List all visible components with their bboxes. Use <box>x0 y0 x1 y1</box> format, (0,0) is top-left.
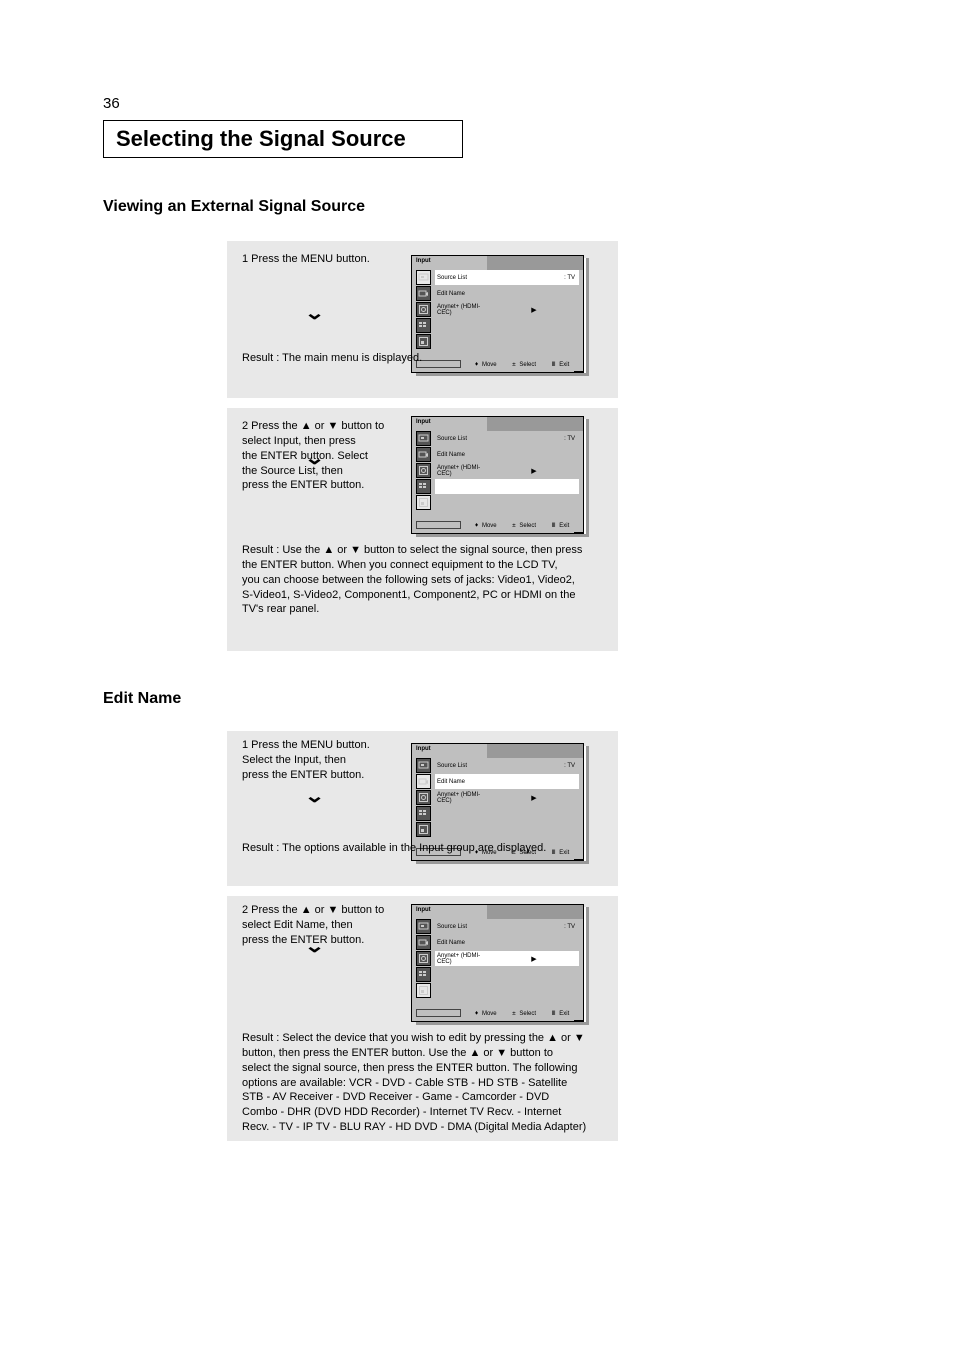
osd-icon-column <box>416 758 432 844</box>
osd-title-fill <box>487 417 583 431</box>
footer-move: ♦ Move <box>475 522 497 529</box>
osd-title-fill <box>487 744 583 758</box>
chevron-down-icon: ⌄ <box>304 303 325 324</box>
footer-select: ± Select <box>512 1010 536 1017</box>
osd-title: Input <box>412 744 487 758</box>
page-number: 36 <box>103 95 120 112</box>
result-text: Result : The options available in the In… <box>242 841 602 856</box>
osd-icon-column <box>416 270 432 356</box>
osd-rows: Source List: TVEdit NameAnynet+ (HDMI-CE… <box>435 431 579 517</box>
osd-row <box>435 318 579 333</box>
footer-select: ± Select <box>512 522 536 529</box>
osd-row <box>435 806 579 821</box>
result-text: Result : Use the ▲ or ▼ button to select… <box>242 543 602 617</box>
instruction-block: 1 Press the MENU button. Select the Inpu… <box>227 731 618 886</box>
setup-icon <box>416 822 431 837</box>
input-icon <box>416 431 431 446</box>
osd-row: Anynet+ (HDMI-CEC)▶ <box>435 302 579 317</box>
osd-row <box>435 479 579 494</box>
channel-icon <box>416 967 431 982</box>
osd-row: Source List: TV <box>435 919 579 934</box>
chevron-down-icon: ⌄ <box>304 448 325 469</box>
picture-icon <box>416 935 431 950</box>
input-icon <box>416 758 431 773</box>
osd-rows: Source List: TVEdit NameAnynet+ (HDMI-CE… <box>435 270 579 356</box>
osd-row: Edit Name <box>435 935 579 950</box>
osd-row: Anynet+ (HDMI-CEC)▶ <box>435 951 579 966</box>
osd-row <box>435 334 579 349</box>
osd-panel: Input Source List: TVEdit NameAnynet+ (H… <box>411 416 584 534</box>
sound-icon <box>416 790 431 805</box>
osd-row: Edit Name <box>435 447 579 462</box>
osd-icon-column <box>416 919 432 1005</box>
step-text: 1 Press the MENU button. <box>242 252 402 267</box>
result-text: Result : The main menu is displayed. <box>242 351 602 366</box>
osd-row: Anynet+ (HDMI-CEC)▶ <box>435 463 579 478</box>
picture-icon <box>416 774 431 789</box>
page-title: Selecting the Signal Source <box>103 120 463 158</box>
osd-row: Anynet+ (HDMI-CEC)▶ <box>435 790 579 805</box>
osd-row: Source List: TV <box>435 758 579 773</box>
sound-icon <box>416 463 431 478</box>
osd-row <box>435 495 579 510</box>
chevron-down-icon: ⌄ <box>304 936 325 957</box>
sound-icon <box>416 951 431 966</box>
osd-icon-column <box>416 431 432 517</box>
channel-icon <box>416 318 431 333</box>
osd-title: Input <box>412 905 487 919</box>
footer-exit: Ⅲ Exit <box>552 522 570 529</box>
osd-title: Input <box>412 256 487 270</box>
osd-title-fill <box>487 256 583 270</box>
section-title-2: Edit Name <box>103 690 181 708</box>
instruction-block: 1 Press the MENU button. ⌄ Input Source L… <box>227 241 618 398</box>
input-icon <box>416 919 431 934</box>
instruction-block: 2 Press the ▲ or ▼ button to select Inpu… <box>227 408 618 651</box>
osd-row <box>435 822 579 837</box>
footer-move: ♦ Move <box>475 1010 497 1017</box>
osd-row: Edit Name <box>435 774 579 789</box>
sound-icon <box>416 302 431 317</box>
footer-exit: Ⅲ Exit <box>552 1010 570 1017</box>
osd-footer: ♦ Move ± Select Ⅲ Exit <box>412 1005 583 1021</box>
osd-row <box>435 967 579 982</box>
result-text: Result : Select the device that you wish… <box>242 1031 602 1135</box>
chevron-down-icon: ⌄ <box>304 786 325 807</box>
osd-row <box>435 983 579 998</box>
section-title-1: Viewing an External Signal Source <box>103 198 365 216</box>
osd-title-fill <box>487 905 583 919</box>
osd-rows: Source List: TVEdit NameAnynet+ (HDMI-CE… <box>435 758 579 844</box>
setup-icon <box>416 495 431 510</box>
picture-icon <box>416 286 431 301</box>
setup-icon <box>416 334 431 349</box>
page: 36 Selecting the Signal Source Viewing a… <box>0 0 954 1351</box>
channel-icon <box>416 806 431 821</box>
setup-icon <box>416 983 431 998</box>
channel-icon <box>416 479 431 494</box>
osd-row: Edit Name <box>435 286 579 301</box>
osd-panel: Input Source List: TVEdit NameAnynet+ (H… <box>411 904 584 1022</box>
input-icon <box>416 270 431 285</box>
osd-row: Source List: TV <box>435 431 579 446</box>
osd-footer: ♦ Move ± Select Ⅲ Exit <box>412 517 583 533</box>
osd-title: Input <box>412 417 487 431</box>
osd-rows: Source List: TVEdit NameAnynet+ (HDMI-CE… <box>435 919 579 1005</box>
step-text: 1 Press the MENU button. Select the Inpu… <box>242 738 402 783</box>
picture-icon <box>416 447 431 462</box>
instruction-block: 2 Press the ▲ or ▼ button to select Edit… <box>227 896 618 1141</box>
osd-row: Source List: TV <box>435 270 579 285</box>
